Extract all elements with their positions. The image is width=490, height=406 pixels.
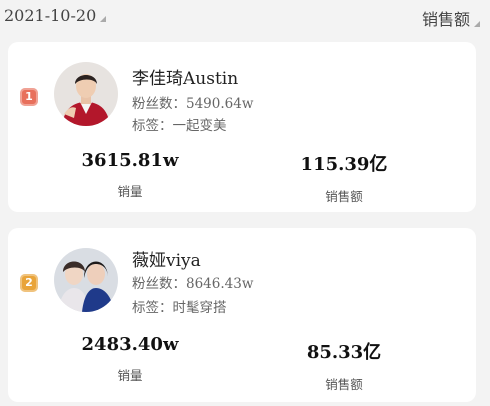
fans-label: 粉丝数： xyxy=(132,96,186,112)
top-bar: 2021-10-20 销售额 xyxy=(0,0,490,34)
streamer-tags: 标签：时髦穿搭 xyxy=(132,296,227,316)
tags-label: 标签： xyxy=(132,118,173,134)
dropdown-triangle-icon xyxy=(474,21,480,27)
avatar-portrait-icon xyxy=(54,62,118,126)
avatar-portrait-icon xyxy=(54,248,118,312)
sort-label: 销售额 xyxy=(421,10,470,29)
date-selector[interactable]: 2021-10-20 xyxy=(4,6,107,25)
sales-volume-stat: 3615.81w 销量 xyxy=(70,150,190,200)
tags-value: 时髦穿搭 xyxy=(172,300,227,316)
sort-selector[interactable]: 销售额 xyxy=(422,6,480,30)
sales-volume-value: 3615.81w xyxy=(81,150,179,171)
streamer-tags: 标签：一起变美 xyxy=(132,114,227,134)
fans-value: 8646.43w xyxy=(186,276,254,292)
tags-label: 标签： xyxy=(132,300,173,316)
sales-volume-value: 2483.40w xyxy=(81,334,179,355)
sales-amount-value: 85.33亿 xyxy=(306,342,382,363)
dropdown-triangle-icon xyxy=(100,16,107,22)
sales-amount-stat: 115.39亿 销售额 xyxy=(284,150,404,205)
sales-amount-label: 销售额 xyxy=(325,377,363,392)
sales-amount-label: 销售额 xyxy=(325,189,363,204)
fans-count: 粉丝数：5490.64w xyxy=(132,92,253,112)
avatar[interactable] xyxy=(54,62,118,126)
rank-badge: 2 xyxy=(20,274,38,292)
sales-volume-label: 销量 xyxy=(117,368,143,383)
avatar[interactable] xyxy=(54,248,118,312)
sales-volume-label: 销量 xyxy=(117,184,143,199)
fans-value: 5490.64w xyxy=(186,96,254,112)
streamer-card[interactable]: 2 薇娅viya 粉丝数：8646.43w 标签：时髦穿搭 2483.40w 销… xyxy=(8,228,476,402)
sales-volume-stat: 2483.40w 销量 xyxy=(70,334,190,384)
streamer-name: 薇娅viya xyxy=(132,251,201,271)
fans-count: 粉丝数：8646.43w xyxy=(132,272,253,292)
rank-badge: 1 xyxy=(20,88,38,106)
date-label: 2021-10-20 xyxy=(4,6,97,25)
tags-value: 一起变美 xyxy=(172,118,227,134)
sales-amount-value: 115.39亿 xyxy=(300,154,388,175)
fans-label: 粉丝数： xyxy=(132,276,186,292)
streamer-card[interactable]: 1 李佳琦Austin 粉丝数：5490.64w 标签：一起变美 3615.81… xyxy=(8,42,476,212)
sales-amount-stat: 85.33亿 销售额 xyxy=(284,338,404,393)
streamer-name: 李佳琦Austin xyxy=(132,69,239,89)
